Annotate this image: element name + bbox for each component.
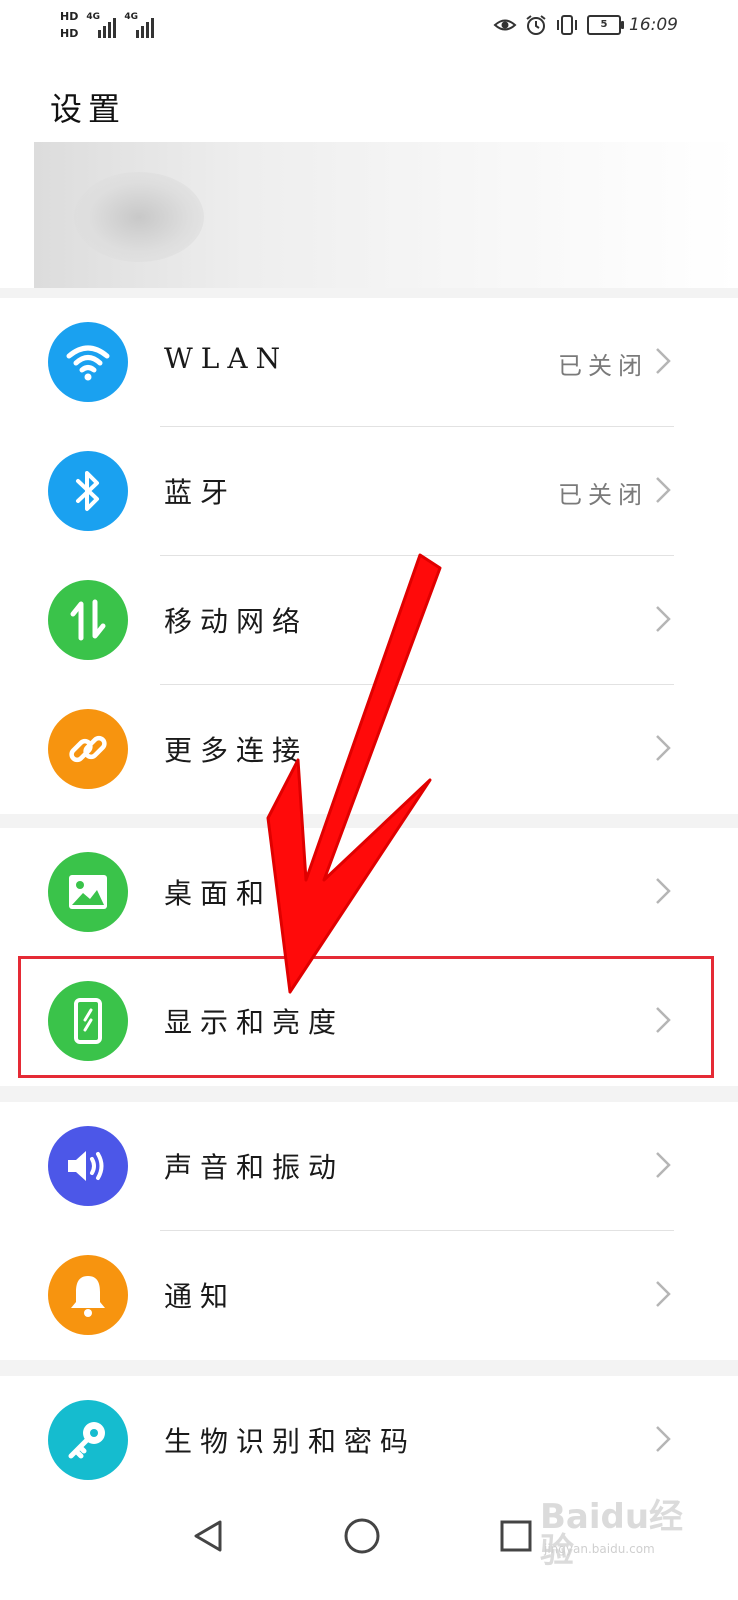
settings-group-display: 桌面和 显示和亮度	[0, 828, 738, 1086]
bluetooth-icon	[48, 451, 128, 531]
home-icon	[344, 1518, 380, 1554]
settings-item-label: 生物识别和密码	[164, 1425, 417, 1458]
watermark-domain: jingyan.baidu.com	[544, 1542, 655, 1556]
recents-icon	[500, 1520, 532, 1552]
settings-item-display-brightness[interactable]: 显示和亮度	[0, 957, 738, 1086]
settings-item-sound-vibration[interactable]: 声音和振动	[0, 1102, 738, 1231]
chevron-right-icon	[656, 1007, 671, 1033]
sim1-hd-badge: HD	[60, 10, 79, 23]
settings-item-more-connections[interactable]: 更多连接	[0, 685, 738, 814]
settings-item-mobile-network[interactable]: 移动网络	[0, 556, 738, 685]
watermark-brand: Baidu经验	[540, 1497, 684, 1571]
battery-icon: 5	[587, 15, 624, 35]
avatar	[74, 172, 204, 262]
settings-item-status: 已关闭	[558, 352, 648, 380]
eye-comfort-icon	[493, 19, 517, 31]
chevron-right-icon	[656, 477, 671, 503]
network-type-2: 4G	[124, 12, 138, 22]
signal-icon-2: 4G	[124, 10, 155, 38]
wifi-icon	[48, 322, 128, 402]
settings-item-label: WLAN	[164, 342, 289, 375]
key-icon	[48, 1400, 128, 1480]
display-icon	[48, 981, 128, 1061]
settings-item-label: 声音和振动	[164, 1151, 345, 1184]
chevron-right-icon	[656, 735, 671, 761]
alarm-icon	[526, 15, 546, 35]
back-icon	[194, 1520, 222, 1552]
bell-icon	[48, 1255, 128, 1335]
baidu-watermark: Baidu经验 jingyan.baidu.com	[540, 1494, 710, 1574]
settings-group-sound: 声音和振动 通知	[0, 1102, 738, 1360]
section-gap	[0, 1360, 738, 1376]
sound-icon	[48, 1126, 128, 1206]
settings-item-wlan[interactable]: WLAN 已关闭	[0, 298, 738, 427]
settings-item-label: 更多连接	[164, 734, 309, 767]
chevron-right-icon	[656, 348, 671, 374]
chevron-right-icon	[656, 1281, 671, 1307]
settings-item-label: 移动网络	[164, 605, 309, 638]
status-bar: HD HD 4G 4G 5 16:09	[0, 0, 738, 60]
account-card[interactable]	[34, 142, 738, 288]
settings-item-label: 显示和亮度	[164, 1006, 345, 1039]
back-button[interactable]	[180, 1508, 236, 1564]
home-button[interactable]	[334, 1508, 390, 1564]
chevron-right-icon	[656, 878, 671, 904]
settings-item-home-screen[interactable]: 桌面和	[0, 828, 738, 957]
settings-item-notifications[interactable]: 通知	[0, 1231, 738, 1360]
chevron-right-icon	[656, 606, 671, 632]
settings-item-bluetooth[interactable]: 蓝牙 已关闭	[0, 427, 738, 556]
settings-item-status: 已关闭	[558, 481, 648, 509]
settings-group-connectivity: WLAN 已关闭 蓝牙 已关闭 移动网络 更多连接	[0, 298, 738, 814]
vibrate-icon	[557, 15, 577, 35]
recents-button[interactable]	[488, 1508, 544, 1564]
settings-item-label: 桌面和	[164, 877, 273, 910]
section-gap	[0, 1086, 738, 1102]
settings-item-label: 蓝牙	[164, 476, 237, 509]
page-title: 设置	[50, 90, 127, 128]
signal-icon: 4G	[86, 10, 117, 38]
network-type-1: 4G	[86, 12, 100, 22]
chevron-right-icon	[656, 1426, 671, 1452]
section-gap	[0, 814, 738, 828]
clock: 16:09	[629, 15, 678, 35]
wallpaper-icon	[48, 852, 128, 932]
mobile-data-icon	[48, 580, 128, 660]
section-gap	[0, 288, 738, 298]
settings-item-label: 通知	[164, 1280, 237, 1313]
chevron-right-icon	[656, 1152, 671, 1178]
link-icon	[48, 709, 128, 789]
sim2-hd-badge: HD	[60, 27, 79, 40]
